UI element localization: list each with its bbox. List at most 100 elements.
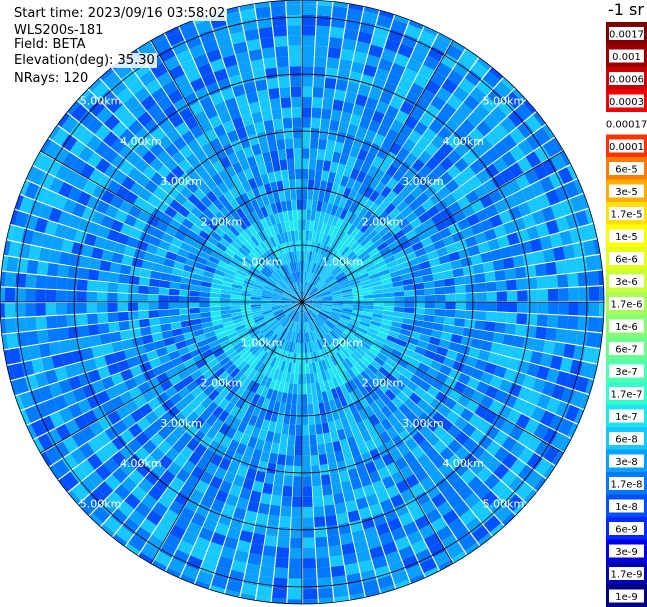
ray-gate — [279, 86, 291, 98]
ray-gate — [321, 108, 332, 120]
ray-gate — [502, 257, 515, 270]
ray-gate — [484, 321, 496, 332]
ray-gate — [302, 506, 314, 518]
ray-gate — [317, 148, 326, 161]
ray-gate — [476, 292, 487, 302]
ray-gate — [588, 286, 600, 301]
ray-gate — [302, 240, 305, 251]
colorbar-label: 6e-6 — [615, 255, 638, 266]
ray-gate — [189, 290, 200, 297]
ray-gate — [107, 292, 118, 302]
ray-gate — [140, 326, 152, 337]
ray-gate — [474, 273, 486, 284]
ray-gate — [308, 424, 316, 436]
ray-gate — [294, 455, 302, 467]
ray-gate — [324, 504, 336, 517]
ray-gate — [558, 288, 569, 301]
ray-gate — [289, 558, 302, 569]
ray-gate — [577, 316, 589, 331]
ray-gate — [492, 332, 505, 344]
ray-gate — [256, 131, 268, 144]
ray-gate — [302, 496, 313, 508]
ray-gate — [108, 272, 120, 283]
ray-gate — [327, 46, 342, 59]
ray-gate — [295, 424, 302, 436]
ray-gate — [302, 55, 314, 67]
ray-gate — [137, 302, 149, 311]
colorbar-label: 3e-6 — [615, 277, 638, 288]
ray-gate — [295, 168, 302, 180]
ray-gate — [314, 169, 323, 181]
ray-gate — [275, 45, 289, 58]
ray-gate — [303, 588, 318, 600]
ray-gate — [169, 315, 181, 323]
ray-gate — [464, 319, 476, 329]
ray-gate — [525, 325, 537, 338]
ray-gate — [131, 336, 144, 348]
ray-gate — [465, 302, 477, 311]
ray-gate — [256, 585, 272, 598]
ray-gate — [14, 288, 26, 302]
ray-gate — [486, 291, 497, 302]
ray-gate — [484, 271, 496, 282]
ray-gate — [342, 299, 354, 302]
ray-gate — [276, 546, 290, 559]
ray-gate — [534, 263, 547, 277]
ray-gate — [567, 315, 579, 330]
ray-gate — [313, 76, 325, 88]
ray-gate — [555, 328, 568, 343]
ray-gate — [158, 295, 169, 302]
ray-gate — [288, 424, 296, 436]
ray-gate — [288, 168, 296, 180]
ray-gate — [506, 279, 518, 291]
ray-gate — [258, 502, 270, 515]
ray-gate — [86, 291, 98, 302]
ray-gate — [404, 302, 415, 308]
ray-gate — [303, 568, 317, 579]
start-time-label: Start time: 2023/09/16 03:58:02 — [12, 6, 228, 21]
ray-gate — [271, 108, 282, 120]
ray-gate — [330, 16, 346, 29]
range-ring-label: 3.00km — [160, 417, 202, 430]
ray-gate — [334, 502, 347, 515]
ray-gate — [567, 273, 579, 287]
ray-gate — [383, 306, 395, 312]
ray-gate — [269, 504, 281, 517]
ray-gate — [57, 327, 70, 341]
colorbar-label: 1.7e-9 — [610, 570, 642, 581]
ray-gate — [336, 460, 348, 473]
ray-gate — [292, 486, 302, 497]
ray-gate — [290, 537, 302, 549]
ray-gate — [424, 302, 436, 309]
ray-gate — [353, 302, 364, 305]
ray-gate — [268, 452, 278, 465]
ray-gate — [546, 275, 559, 289]
ray-gate — [465, 283, 477, 293]
ray-gate — [257, 460, 268, 473]
ray-gate — [266, 77, 279, 90]
station-label: WLS200s-181 — [12, 23, 106, 38]
ray-gate — [338, 470, 350, 483]
ray-gate — [289, 55, 302, 67]
ray-gate — [138, 285, 149, 294]
ray-gate — [302, 45, 315, 57]
ray-gate — [302, 342, 305, 354]
ray-gate — [168, 295, 180, 302]
ray-gate — [334, 89, 346, 102]
range-ring-label: 3.00km — [402, 417, 444, 430]
ray-gate — [67, 326, 80, 339]
ray-gate — [275, 557, 289, 569]
ray-gate — [292, 209, 298, 221]
ray-gate — [251, 532, 266, 546]
ray-gate — [283, 127, 293, 139]
ray-gate — [261, 47, 276, 59]
ray-gate — [338, 522, 352, 535]
ray-gate — [264, 472, 275, 485]
ray-gate — [311, 107, 322, 119]
ray-gate — [258, 575, 274, 588]
ray-gate — [555, 260, 568, 275]
ray-gate — [45, 302, 57, 316]
ray-gate — [306, 209, 312, 221]
ray-gate — [320, 118, 331, 130]
colorbar-label: 6e-7 — [615, 345, 638, 356]
